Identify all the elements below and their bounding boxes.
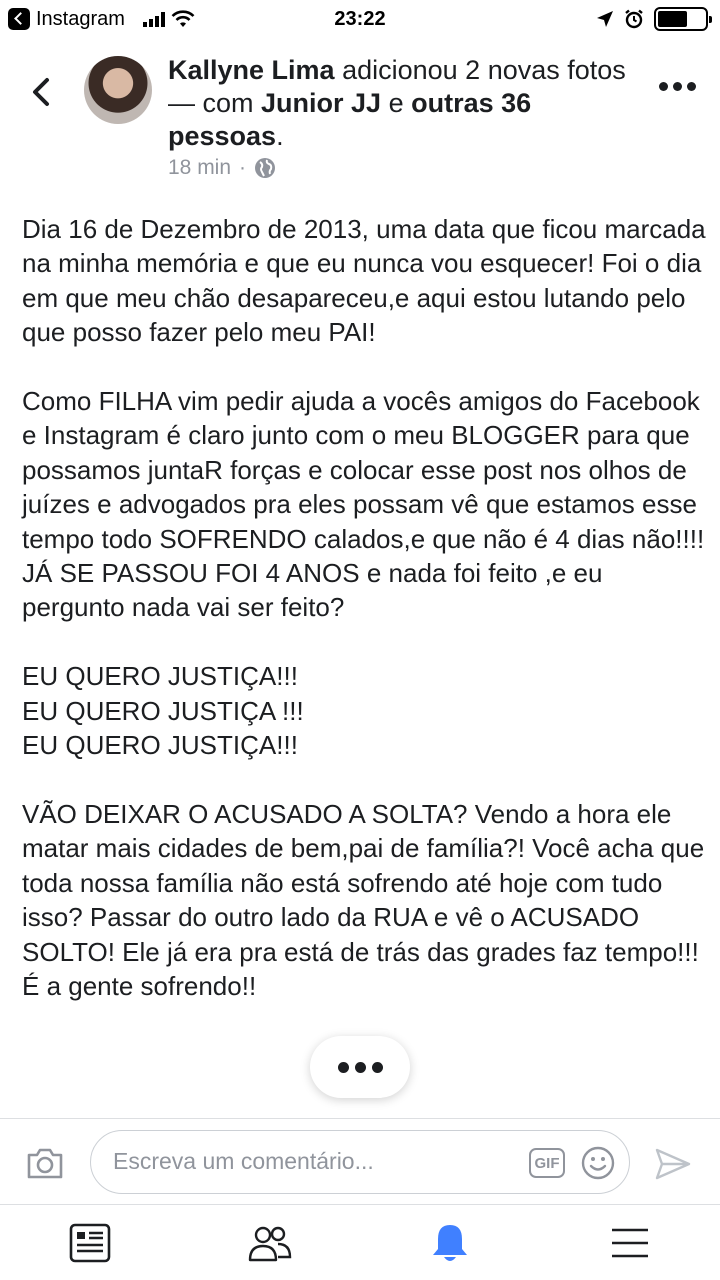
location-icon: [597, 11, 613, 27]
camera-icon[interactable]: [26, 1146, 64, 1180]
globe-icon: [255, 158, 276, 178]
post-meta: 18 min ·: [168, 156, 276, 180]
more-dot-icon: [687, 82, 696, 91]
status-bar: Instagram 23:22: [0, 0, 720, 38]
more-dot-icon: [673, 82, 682, 91]
bubble-dot-icon: [371, 1061, 383, 1073]
post-time[interactable]: 18 min: [168, 156, 231, 180]
bell-icon: [433, 1224, 467, 1261]
emoji-icon[interactable]: [581, 1146, 615, 1180]
bottom-navigation: [0, 1204, 720, 1280]
comment-placeholder: Escreva um comentário...: [113, 1148, 374, 1174]
author-name[interactable]: Kallyne Lima: [168, 55, 335, 85]
alarm-icon: [625, 9, 643, 29]
more-dot-icon: [659, 82, 668, 91]
post-header: Kallyne Lima adicionou 2 novas fotos — c…: [0, 50, 720, 190]
back-button[interactable]: [22, 72, 62, 112]
bubble-dot-icon: [354, 1061, 366, 1073]
connector: e: [388, 88, 404, 118]
more-options-button[interactable]: [659, 82, 696, 91]
post-body-text: Dia 16 de Dezembro de 2013, uma data que…: [22, 214, 706, 1001]
nav-notifications[interactable]: [420, 1213, 480, 1273]
back-to-app[interactable]: Instagram: [8, 8, 195, 31]
wifi-icon: [171, 10, 195, 27]
meta-separator: ·: [239, 156, 247, 179]
back-app-label: Instagram: [36, 7, 125, 30]
menu-icon: [612, 1228, 648, 1257]
battery-icon: [654, 7, 712, 31]
nav-news-feed[interactable]: [60, 1213, 120, 1273]
nav-friends[interactable]: [240, 1213, 300, 1273]
header-end: .: [276, 121, 284, 151]
see-more-bubble[interactable]: [310, 1036, 410, 1098]
clock: 23:22: [334, 7, 386, 30]
send-icon[interactable]: [654, 1147, 692, 1181]
comment-bar: Escreva um comentário... GIF: [0, 1118, 720, 1204]
bubble-dot-icon: [337, 1061, 349, 1073]
news-feed-icon: [69, 1223, 111, 1262]
gif-button[interactable]: GIF: [529, 1148, 565, 1178]
comment-input[interactable]: Escreva um comentário... GIF: [90, 1130, 630, 1194]
nav-menu[interactable]: [600, 1213, 660, 1273]
post-header-text: Kallyne Lima adicionou 2 novas fotos — c…: [168, 54, 638, 153]
friends-icon: [248, 1226, 292, 1261]
back-app-icon: [8, 8, 30, 30]
avatar[interactable]: [84, 56, 152, 124]
cellular-signal-icon: [142, 11, 165, 27]
tagged-person[interactable]: Junior JJ: [261, 88, 381, 118]
